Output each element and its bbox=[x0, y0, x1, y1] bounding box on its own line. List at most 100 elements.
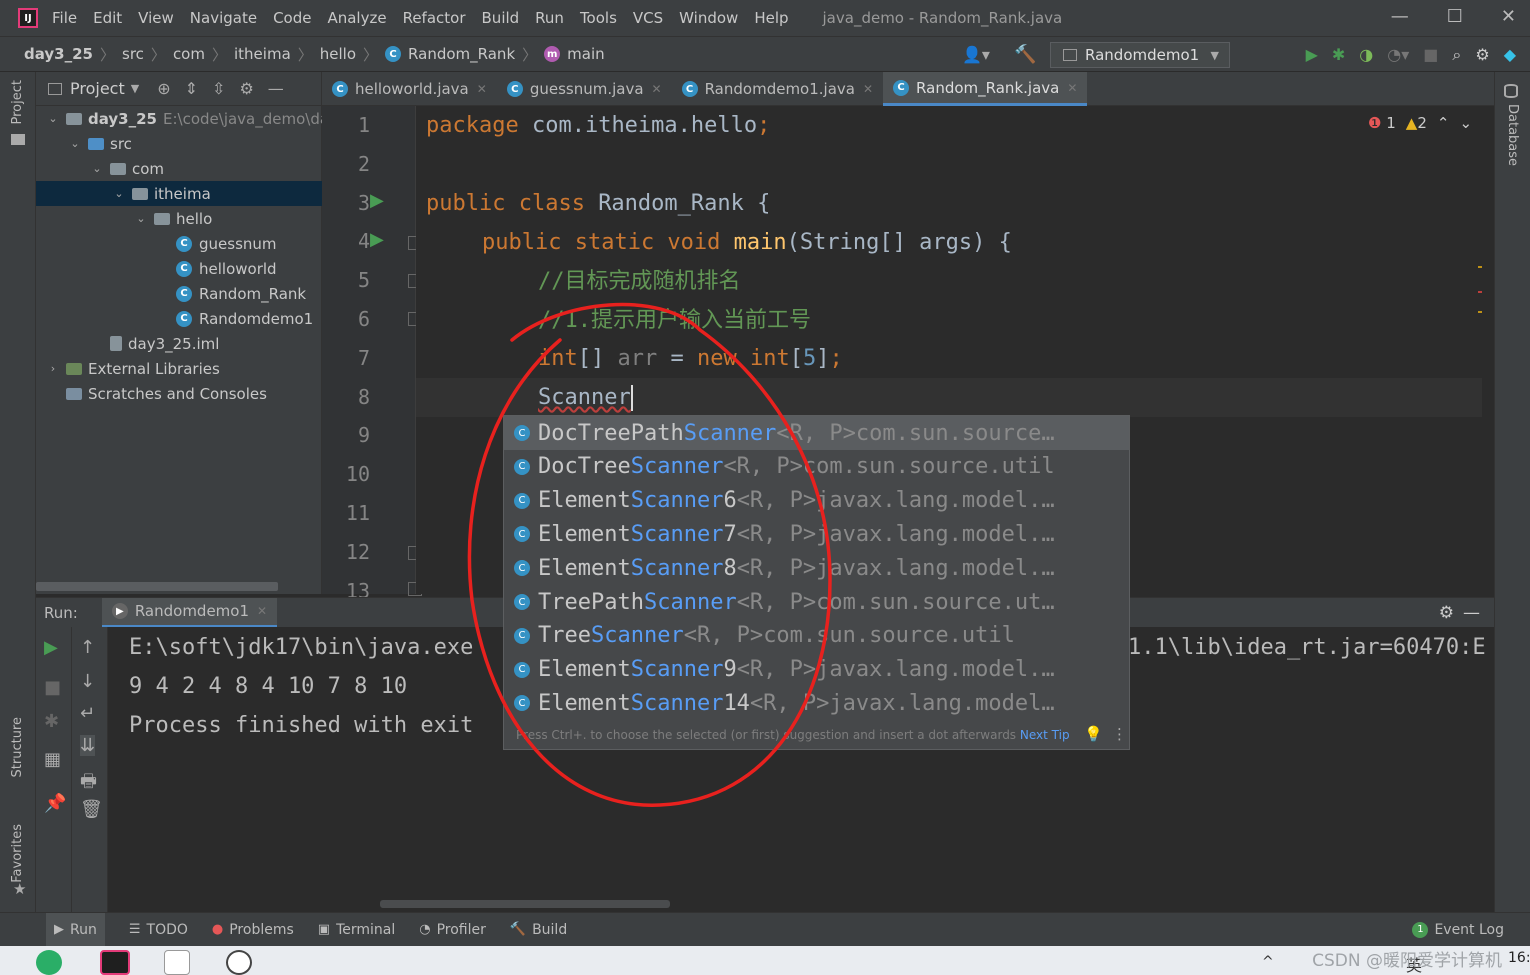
jetbrains-toolbox-icon[interactable]: ◆ bbox=[1504, 45, 1516, 65]
print-icon[interactable]: 🖶 bbox=[80, 769, 97, 799]
tree-item[interactable]: › External Libraries bbox=[36, 356, 220, 381]
breadcrumb-hello[interactable]: hello bbox=[320, 45, 356, 63]
close-tab-icon[interactable]: ✕ bbox=[1067, 81, 1077, 95]
expand-all-icon[interactable]: ⇕ bbox=[185, 79, 198, 98]
hide-panel-icon[interactable]: — bbox=[1463, 603, 1480, 623]
menu-file[interactable]: File bbox=[52, 9, 77, 27]
menu-code[interactable]: Code bbox=[273, 9, 311, 27]
menu-help[interactable]: Help bbox=[754, 9, 788, 27]
collapse-all-icon[interactable]: ⇳ bbox=[212, 79, 225, 98]
completion-item[interactable]: C Element Scanner 9 <R, P> javax.lang.model.… bbox=[504, 653, 1129, 687]
more-options-icon[interactable]: ⋮ bbox=[1112, 725, 1127, 743]
build-tool-button[interactable]: 🔨 Build bbox=[510, 922, 567, 938]
tree-item[interactable]: C Random_Rank bbox=[36, 281, 306, 306]
menu-analyze[interactable]: Analyze bbox=[327, 9, 386, 27]
tree-item[interactable]: ⌄ com bbox=[36, 156, 164, 181]
profiler-tool-button[interactable]: ◔ Profiler bbox=[419, 922, 486, 938]
completion-item[interactable]: C DocTree Scanner <R, P> com.sun.source.uti… bbox=[504, 450, 1129, 484]
chevron-up-icon[interactable]: ⌃ bbox=[1437, 114, 1450, 132]
editor-tab[interactable]: Chelloworld.java ✕ bbox=[322, 72, 497, 106]
completion-item[interactable]: C Element Scanner 7 <R, P> javax.lang.model.… bbox=[504, 517, 1129, 551]
stop-icon[interactable]: ■ bbox=[1423, 45, 1438, 65]
tree-item[interactable]: day3_25.iml bbox=[36, 331, 219, 356]
search-icon[interactable]: ⌕ bbox=[1452, 45, 1461, 65]
build-hammer-icon[interactable]: 🔨 bbox=[1014, 44, 1036, 65]
editor-tab[interactable]: C Random_Rank.java ✕ bbox=[883, 72, 1088, 106]
minimize-button[interactable]: — bbox=[1391, 6, 1409, 27]
locate-icon[interactable]: ⊕ bbox=[157, 79, 170, 98]
horizontal-scrollbar[interactable] bbox=[36, 582, 278, 591]
arrow-up-icon[interactable]: ↑ bbox=[80, 637, 95, 658]
chevron-down-icon[interactable]: ⌄ bbox=[1459, 114, 1472, 132]
horizontal-scrollbar[interactable] bbox=[380, 900, 670, 908]
coverage-icon[interactable]: ◑ bbox=[1359, 45, 1373, 65]
menu-vcs[interactable]: VCS bbox=[633, 9, 663, 27]
editor-tab[interactable]: C Randomdemo1.java ✕ bbox=[672, 72, 883, 106]
tree-item[interactable]: ⌄ itheima bbox=[36, 181, 322, 206]
intellij-logo-icon[interactable]: IJ bbox=[18, 8, 38, 28]
tree-item[interactable]: Chelloworld bbox=[36, 256, 277, 281]
favorites-tool-tab[interactable]: Favorites bbox=[10, 824, 25, 883]
expand-arrow-icon[interactable]: ⌄ bbox=[112, 187, 126, 200]
completion-item[interactable]: C DocTreePath Scanner <R, P> com.sun.source… bbox=[504, 416, 1129, 450]
breadcrumb-method[interactable]: main bbox=[567, 45, 604, 63]
hide-panel-icon[interactable]: — bbox=[268, 79, 284, 98]
settings-gear-icon[interactable]: ⚙ bbox=[1475, 45, 1489, 65]
close-tab-icon[interactable]: ✕ bbox=[257, 604, 267, 618]
run-tab[interactable]: ▶ Randomdemo1 ✕ bbox=[101, 597, 278, 628]
project-panel-title[interactable]: Project bbox=[70, 79, 125, 98]
run-icon[interactable]: ▶ bbox=[1306, 45, 1318, 65]
close-tab-icon[interactable]: ✕ bbox=[652, 82, 662, 96]
menu-run[interactable]: Run bbox=[535, 9, 564, 27]
database-tool-tab[interactable]: Database bbox=[1505, 104, 1520, 166]
tree-item[interactable]: ⌄ hello bbox=[36, 206, 212, 231]
project-tool-tab[interactable]: Project bbox=[10, 80, 25, 124]
menu-window[interactable]: Window bbox=[679, 9, 738, 27]
run-tool-button[interactable]: ▶ Run bbox=[46, 912, 105, 947]
tree-item[interactable]: Cguessnum bbox=[36, 231, 277, 256]
run-configuration-dropdown[interactable]: Randomdemo1 ▼ bbox=[1050, 42, 1230, 68]
trash-icon[interactable]: 🗑 bbox=[80, 799, 103, 820]
layout-icon[interactable]: ▦ bbox=[44, 749, 61, 770]
arrow-down-icon[interactable]: ↓ bbox=[80, 671, 95, 692]
gear-icon[interactable]: ⚙ bbox=[239, 79, 253, 98]
breadcrumb-project[interactable]: day3_25 bbox=[24, 45, 93, 63]
menu-build[interactable]: Build bbox=[482, 9, 520, 27]
menu-edit[interactable]: Edit bbox=[93, 9, 122, 27]
problems-tool-button[interactable]: ● Problems bbox=[212, 922, 294, 938]
completion-item[interactable]: C Tree Scanner <R, P> com.sun.source.util bbox=[504, 619, 1129, 653]
tree-item[interactable]: ⌄ src bbox=[36, 131, 132, 156]
tree-item[interactable]: ⌄ day3_25 E:\code\java_demo\da bbox=[36, 106, 329, 131]
completion-item[interactable]: C Element Scanner 14 <R, P> javax.lang.model… bbox=[504, 686, 1129, 720]
tray-chevron-icon[interactable]: ^ bbox=[1262, 954, 1274, 970]
settings-gear-icon[interactable]: ⚙ bbox=[1439, 603, 1454, 623]
maximize-button[interactable]: ☐ bbox=[1447, 6, 1463, 27]
next-tip-link[interactable]: Next Tip bbox=[1020, 728, 1070, 742]
expand-arrow-icon[interactable]: ⌄ bbox=[134, 212, 148, 225]
menu-refactor[interactable]: Refactor bbox=[403, 9, 466, 27]
breadcrumb-itheima[interactable]: itheima bbox=[234, 45, 291, 63]
menu-view[interactable]: View bbox=[138, 9, 174, 27]
menu-navigate[interactable]: Navigate bbox=[190, 9, 257, 27]
breadcrumb-com[interactable]: com bbox=[173, 45, 205, 63]
expand-arrow-icon[interactable]: ⌄ bbox=[68, 137, 82, 150]
run-main-gutter-icon[interactable]: ▶ bbox=[370, 229, 384, 250]
breadcrumb-src[interactable]: src bbox=[122, 45, 144, 63]
debug-icon[interactable]: ✱ bbox=[1332, 45, 1345, 65]
clock-app-icon[interactable] bbox=[226, 950, 252, 975]
user-icon[interactable]: 👤▾ bbox=[962, 45, 990, 64]
soft-wrap-icon[interactable]: ↵ bbox=[80, 703, 95, 724]
expand-arrow-icon[interactable]: ⌄ bbox=[46, 112, 60, 125]
lightbulb-icon[interactable]: 💡 bbox=[1084, 725, 1103, 743]
run-class-gutter-icon[interactable]: ▶ bbox=[370, 190, 384, 211]
stop-icon[interactable]: ■ bbox=[44, 677, 61, 698]
completion-item[interactable]: C TreePath Scanner <R, P> com.sun.source.ut… bbox=[504, 585, 1129, 619]
completion-item[interactable]: C Element Scanner 6 <R, P> javax.lang.model.… bbox=[504, 484, 1129, 518]
breadcrumb-class[interactable]: Random_Rank bbox=[408, 45, 515, 63]
inspection-widget[interactable]: ❶ 1 ▲2 ⌃ ⌄ bbox=[1368, 114, 1472, 132]
debug-settings-icon[interactable]: ✱ bbox=[44, 711, 59, 732]
expand-arrow-icon[interactable]: › bbox=[46, 362, 60, 375]
intellij-app-icon[interactable] bbox=[100, 950, 130, 975]
structure-tool-tab[interactable]: Structure bbox=[10, 717, 25, 777]
expand-arrow-icon[interactable]: ⌄ bbox=[90, 162, 104, 175]
